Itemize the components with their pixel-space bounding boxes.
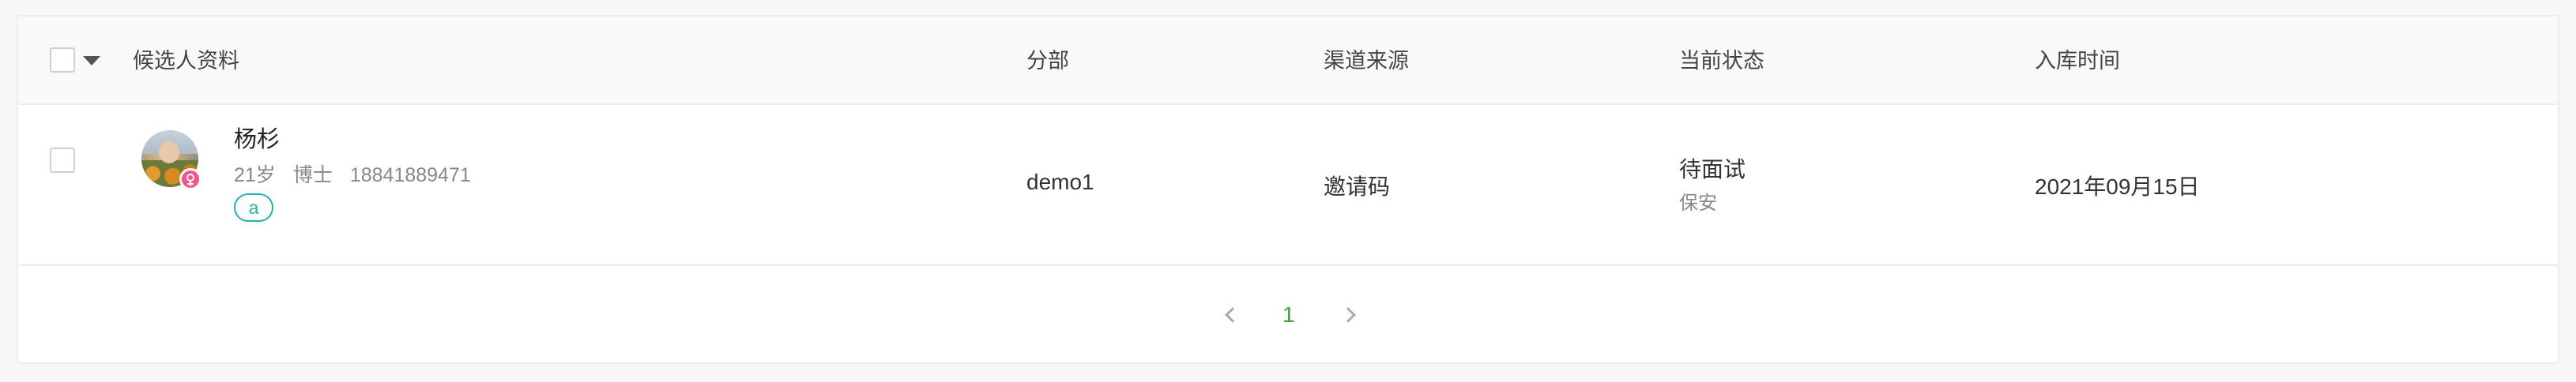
candidate-age: 21岁 — [234, 164, 276, 186]
candidate-meta: 21岁 博士 18841889471 — [234, 162, 488, 189]
female-icon — [179, 168, 201, 190]
select-all-checkbox[interactable] — [50, 47, 75, 73]
column-header-profile: 候选人资料 — [133, 49, 239, 73]
page-1-button[interactable]: 1 — [1282, 299, 1295, 331]
table-header: 候选人资料 分部 渠道来源 当前状态 入库时间 — [18, 17, 2558, 105]
chevron-left-icon[interactable] — [1225, 307, 1241, 323]
channel-cell: 邀请码 — [1324, 174, 1391, 199]
position-cell: 保安 — [1679, 193, 1717, 214]
pagination: 1 — [18, 266, 2558, 362]
row-checkbox[interactable] — [50, 148, 75, 173]
candidate-name[interactable]: 杨杉 — [234, 124, 280, 155]
candidate-degree: 博士 — [292, 164, 333, 186]
candidate-table-panel: 候选人资料 分部 渠道来源 当前状态 入库时间 杨杉 21岁 博士 18841889… — [17, 15, 2559, 364]
table-row[interactable]: 杨杉 21岁 博士 18841889471 a demo1 邀请码 待面试 保安 2… — [18, 105, 2558, 266]
status-cell: 待面试 — [1679, 157, 1746, 182]
branch-cell: demo1 — [1026, 170, 1094, 194]
column-header-entry-time: 入库时间 — [2035, 49, 2120, 73]
column-header-branch: 分部 — [1026, 49, 1069, 73]
chevron-right-icon[interactable] — [1340, 307, 1356, 323]
column-header-status: 当前状态 — [1679, 49, 1764, 73]
caret-down-icon[interactable] — [83, 56, 100, 66]
candidate-tag: a — [234, 193, 273, 222]
column-header-channel: 渠道来源 — [1324, 49, 1409, 73]
candidate-phone: 18841889471 — [349, 164, 471, 186]
entry-time-cell: 2021年09月15日 — [2035, 174, 2200, 199]
